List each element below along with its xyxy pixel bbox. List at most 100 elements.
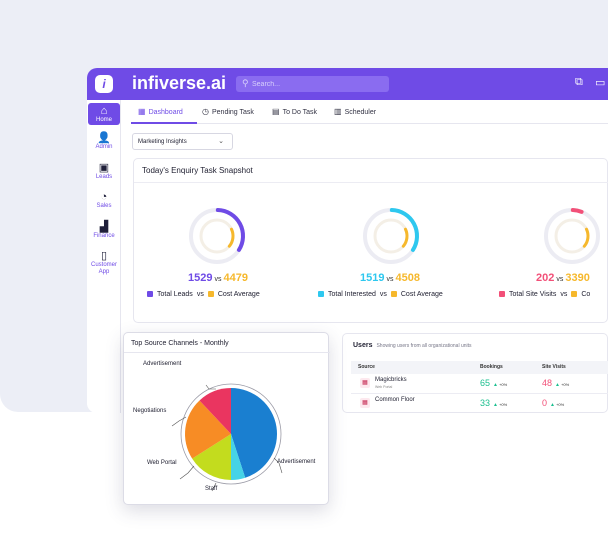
sidebar-item-label: Leads [95,174,113,180]
leader-line [179,465,195,480]
legend-vs: vs [379,291,387,298]
gauge-inner-arc [227,227,235,248]
legend-swatch [318,291,324,297]
chevron-down-icon: ⌄ [218,138,224,145]
column-header-bookings[interactable]: Bookings [480,364,503,370]
divider [134,182,608,183]
pie-label-advertisement-top: Advertisement [143,361,182,367]
insights-dropdown[interactable]: Marketing Insights ⌄ [132,133,233,150]
sidebar-item-customer-app[interactable]: ▯ Customer App [88,250,120,276]
sidebar-item-sales[interactable]: ◔ Sales [88,191,120,210]
users-title: Users Showing users from all organization… [353,342,472,349]
external-link-icon[interactable]: ⧉ [575,76,583,89]
gauge-leads-values: 1529 vs 4479 [188,272,248,284]
admin-icon: 👤 [97,132,111,144]
search-input[interactable] [252,78,382,90]
source-name: Common Floor [375,397,415,403]
dropdown-value: Marketing Insights [138,139,187,145]
search-box[interactable]: ⚲ [236,76,389,92]
legend-vs: vs [196,291,204,298]
legend-vs: vs [560,291,568,298]
legend-label: Cost Average [400,291,443,298]
source-type: Web Portal [375,385,393,389]
snapshot-title: Today's Enquiry Task Snapshot [142,166,253,175]
table-row[interactable]: ▦ Magicbricks Web Portal 65 ▲ +0% 48 ▲ +0% [351,374,608,394]
column-header-site-visits[interactable]: Site Visits [542,364,566,370]
pie-card-title: Top Source Channels - Monthly [131,340,229,347]
sidebar-item-label: Admin [95,144,113,150]
sidebar-item-leads[interactable]: ▣ Leads [88,162,120,181]
tab-to-do-task[interactable]: ▤ To Do Task [272,107,317,116]
home-icon: ⌂ [100,105,108,117]
bookings-number: 33 [480,398,491,408]
sidebar-item-admin[interactable]: 👤 Admin [88,132,120,151]
gauge-leads [189,208,245,264]
leader-line [171,416,187,427]
pie-label-advertisement-right: Advertisement [277,459,316,465]
top-bar: i infiverse.ai ⚲ ⧉ ▭ [87,68,608,100]
gauge-inner-track [199,218,235,254]
pie-chart [171,383,283,492]
visits-delta: ▲ +0% [550,402,564,408]
visits-number: 48 [542,378,553,388]
gauge-inner-track [373,218,409,254]
clock-icon: ◷ [202,107,209,116]
tab-label: Scheduler [344,109,377,116]
legend-swatch [207,291,214,297]
enquiry-snapshot-card: Today's Enquiry Task Snapshot 1529 vs 4479… [133,158,608,323]
gauge-site-visits-values: 202 vs 3390 [536,272,590,284]
leads-icon: ▣ [98,162,110,174]
gauge-compare: 3390 [565,272,590,284]
legend-swatch [571,291,578,297]
tab-pending-task[interactable]: ◷ Pending Task [202,107,254,116]
gauge-interested-values: 1519 vs 4508 [360,272,420,284]
tab-dashboard[interactable]: ▦ Dashboard [138,107,183,116]
search-icon: ⚲ [242,78,249,88]
up-arrow-icon: ▲ [555,382,560,388]
brand-name: infiverse.ai [132,73,227,93]
site-visits-value: 48 ▲ +0% [542,378,569,388]
users-table-header: Source Bookings Site Visits [351,361,608,374]
legend-swatch [499,291,505,297]
finance-icon: ▟ [99,221,109,233]
video-icon[interactable]: ▭ [595,76,605,89]
visits-delta: ▲ +0% [555,382,570,388]
bookings-value: 33 ▲ +0% [480,398,507,408]
sidebar-item-home[interactable]: ⌂ Home [88,103,120,125]
gauge-inner-arc [401,227,409,248]
document-icon: ▤ [272,107,280,116]
gauge-outer-arc [570,208,584,214]
delta-text: +0% [499,402,508,407]
dashboard-icon: ▦ [138,107,146,116]
gauge-inner-arc [582,227,590,248]
pie-label-staff: Staff [205,486,218,492]
sales-icon: ◔ [100,191,108,203]
up-arrow-icon: ▲ [493,382,498,388]
table-row[interactable]: ▦ Common Floor 33 ▲ +0% 0 ▲ +0% [351,394,608,413]
visits-number: 0 [542,398,548,408]
bookings-delta: ▲ +0% [493,382,507,388]
delta-text: +0% [561,382,570,387]
gauge-interested-legend: Total Interested vs Cost Average [318,291,443,298]
pie-label-web-portal: Web Portal [147,460,177,466]
tab-scheduler[interactable]: ▥ Scheduler [334,107,376,116]
users-card: Users Showing users from all organization… [342,333,608,413]
sidebar-item-finance[interactable]: ▟ Finance [88,221,120,240]
legend-label: Total Site Visits [509,291,557,298]
tab-label: To Do Task [282,109,318,116]
legend-label: Co [581,291,591,298]
vs-label: vs [214,276,222,283]
gauge-interested [363,208,419,264]
legend-label: Total Leads [157,291,193,298]
site-visits-value: 0 ▲ +0% [542,398,564,408]
bookings-delta: ▲ +0% [493,402,508,408]
pie-label-negotiations: Negotiations [133,408,167,414]
column-header-source[interactable]: Source [358,364,375,370]
legend-swatch [147,291,153,297]
customer-app-icon: ▯ [100,250,108,262]
vs-label: vs [556,276,564,283]
tab-label: Pending Task [211,109,254,116]
legend-label: Cost Average [217,291,260,298]
sidebar-item-label-line2: App [98,269,110,275]
top-source-channels-card: Top Source Channels - Monthly Advertisem… [123,332,330,505]
